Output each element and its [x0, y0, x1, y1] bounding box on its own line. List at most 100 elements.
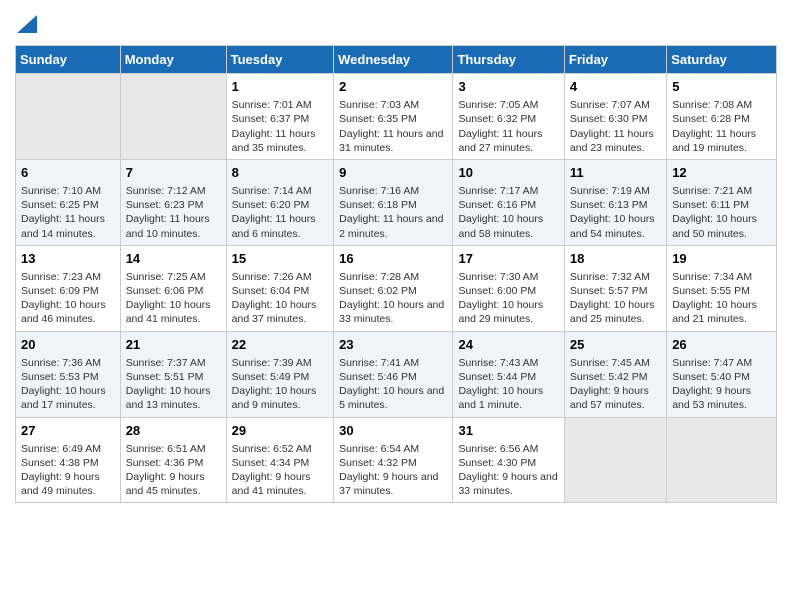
calendar-cell: 13 Sunrise: 7:23 AMSunset: 6:09 PMDayligh… — [16, 245, 121, 331]
day-number: 2 — [339, 78, 447, 96]
calendar-cell: 12 Sunrise: 7:21 AMSunset: 6:11 PMDayligh… — [667, 159, 777, 245]
day-number: 20 — [21, 336, 115, 354]
weekday-header-wednesday: Wednesday — [334, 46, 453, 74]
weekday-header-sunday: Sunday — [16, 46, 121, 74]
day-number: 22 — [232, 336, 329, 354]
calendar-cell: 21 Sunrise: 7:37 AMSunset: 5:51 PMDayligh… — [120, 331, 226, 417]
logo — [15, 15, 37, 37]
day-number: 23 — [339, 336, 447, 354]
calendar-cell: 7 Sunrise: 7:12 AMSunset: 6:23 PMDaylight… — [120, 159, 226, 245]
page-header — [15, 10, 777, 37]
calendar-cell: 24 Sunrise: 7:43 AMSunset: 5:44 PMDayligh… — [453, 331, 564, 417]
day-info: Sunrise: 7:47 AMSunset: 5:40 PMDaylight:… — [672, 356, 771, 413]
day-number: 26 — [672, 336, 771, 354]
calendar-cell: 5 Sunrise: 7:08 AMSunset: 6:28 PMDaylight… — [667, 74, 777, 160]
calendar-cell: 30 Sunrise: 6:54 AMSunset: 4:32 PMDayligh… — [334, 417, 453, 503]
day-number: 1 — [232, 78, 329, 96]
calendar-cell: 29 Sunrise: 6:52 AMSunset: 4:34 PMDayligh… — [226, 417, 334, 503]
calendar-cell: 16 Sunrise: 7:28 AMSunset: 6:02 PMDayligh… — [334, 245, 453, 331]
calendar-cell: 10 Sunrise: 7:17 AMSunset: 6:16 PMDayligh… — [453, 159, 564, 245]
day-number: 24 — [458, 336, 558, 354]
calendar-cell: 22Sunrise: 7:39 AMSunset: 5:49 PMDayligh… — [226, 331, 334, 417]
day-number: 27 — [21, 422, 115, 440]
day-number: 31 — [458, 422, 558, 440]
day-info: Sunrise: 7:30 AMSunset: 6:00 PMDaylight:… — [458, 270, 558, 327]
day-info: Sunrise: 6:56 AMSunset: 4:30 PMDaylight:… — [458, 442, 558, 499]
day-info: Sunrise: 7:32 AMSunset: 5:57 PMDaylight:… — [570, 270, 661, 327]
calendar-cell: 25 Sunrise: 7:45 AMSunset: 5:42 PMDayligh… — [564, 331, 666, 417]
day-info: Sunrise: 6:54 AMSunset: 4:32 PMDaylight:… — [339, 442, 447, 499]
day-info: Sunrise: 7:37 AMSunset: 5:51 PMDaylight:… — [126, 356, 221, 413]
day-info: Sunrise: 7:36 AMSunset: 5:53 PMDaylight:… — [21, 356, 115, 413]
day-info: Sunrise: 7:25 AMSunset: 6:06 PMDaylight:… — [126, 270, 221, 327]
day-number: 11 — [570, 164, 661, 182]
day-number: 18 — [570, 250, 661, 268]
calendar-cell: 28 Sunrise: 6:51 AMSunset: 4:36 PMDayligh… — [120, 417, 226, 503]
logo-icon — [17, 15, 37, 35]
calendar-cell: 11 Sunrise: 7:19 AMSunset: 6:13 PMDayligh… — [564, 159, 666, 245]
day-number: 6 — [21, 164, 115, 182]
week-row-5: 27 Sunrise: 6:49 AMSunset: 4:38 PMDayligh… — [16, 417, 777, 503]
calendar-cell: 20 Sunrise: 7:36 AMSunset: 5:53 PMDayligh… — [16, 331, 121, 417]
day-info: Sunrise: 7:26 AMSunset: 6:04 PMDaylight:… — [232, 270, 329, 327]
day-info: Sunrise: 7:43 AMSunset: 5:44 PMDaylight:… — [458, 356, 558, 413]
calendar-cell: 17 Sunrise: 7:30 AMSunset: 6:00 PMDayligh… — [453, 245, 564, 331]
day-number: 30 — [339, 422, 447, 440]
calendar-cell: 3 Sunrise: 7:05 AMSunset: 6:32 PMDaylight… — [453, 74, 564, 160]
calendar-table: SundayMondayTuesdayWednesdayThursdayFrid… — [15, 45, 777, 503]
day-number: 9 — [339, 164, 447, 182]
day-number: 13 — [21, 250, 115, 268]
day-info: Sunrise: 7:10 AMSunset: 6:25 PMDaylight:… — [21, 184, 115, 241]
calendar-cell — [667, 417, 777, 503]
day-number: 19 — [672, 250, 771, 268]
day-info: Sunrise: 7:21 AMSunset: 6:11 PMDaylight:… — [672, 184, 771, 241]
day-info: Sunrise: 7:17 AMSunset: 6:16 PMDaylight:… — [458, 184, 558, 241]
calendar-cell: 31 Sunrise: 6:56 AMSunset: 4:30 PMDayligh… — [453, 417, 564, 503]
week-row-2: 6 Sunrise: 7:10 AMSunset: 6:25 PMDaylight… — [16, 159, 777, 245]
day-number: 16 — [339, 250, 447, 268]
day-info: Sunrise: 7:28 AMSunset: 6:02 PMDaylight:… — [339, 270, 447, 327]
day-info: Sunrise: 7:14 AMSunset: 6:20 PMDaylight:… — [232, 184, 329, 241]
day-number: 3 — [458, 78, 558, 96]
day-info: Sunrise: 7:07 AMSunset: 6:30 PMDaylight:… — [570, 98, 661, 155]
day-info: Sunrise: 6:52 AMSunset: 4:34 PMDaylight:… — [232, 442, 329, 499]
day-info: Sunrise: 7:45 AMSunset: 5:42 PMDaylight:… — [570, 356, 661, 413]
calendar-cell: 6 Sunrise: 7:10 AMSunset: 6:25 PMDaylight… — [16, 159, 121, 245]
day-info: Sunrise: 6:49 AMSunset: 4:38 PMDaylight:… — [21, 442, 115, 499]
week-row-4: 20 Sunrise: 7:36 AMSunset: 5:53 PMDayligh… — [16, 331, 777, 417]
day-number: 5 — [672, 78, 771, 96]
day-number: 28 — [126, 422, 221, 440]
weekday-header-tuesday: Tuesday — [226, 46, 334, 74]
day-number: 8 — [232, 164, 329, 182]
day-info: Sunrise: 7:05 AMSunset: 6:32 PMDaylight:… — [458, 98, 558, 155]
weekday-header-row: SundayMondayTuesdayWednesdayThursdayFrid… — [16, 46, 777, 74]
day-number: 10 — [458, 164, 558, 182]
calendar-cell: 9 Sunrise: 7:16 AMSunset: 6:18 PMDaylight… — [334, 159, 453, 245]
day-info: Sunrise: 7:19 AMSunset: 6:13 PMDaylight:… — [570, 184, 661, 241]
day-info: Sunrise: 7:16 AMSunset: 6:18 PMDaylight:… — [339, 184, 447, 241]
day-number: 17 — [458, 250, 558, 268]
day-number: 21 — [126, 336, 221, 354]
day-info: Sunrise: 7:23 AMSunset: 6:09 PMDaylight:… — [21, 270, 115, 327]
day-number: 15 — [232, 250, 329, 268]
calendar-cell: 23Sunrise: 7:41 AMSunset: 5:46 PMDayligh… — [334, 331, 453, 417]
day-number: 12 — [672, 164, 771, 182]
day-number: 29 — [232, 422, 329, 440]
day-info: Sunrise: 7:03 AMSunset: 6:35 PMDaylight:… — [339, 98, 447, 155]
calendar-cell: 15 Sunrise: 7:26 AMSunset: 6:04 PMDayligh… — [226, 245, 334, 331]
day-number: 25 — [570, 336, 661, 354]
day-info: Sunrise: 7:12 AMSunset: 6:23 PMDaylight:… — [126, 184, 221, 241]
calendar-cell: 1Sunrise: 7:01 AMSunset: 6:37 PMDaylight… — [226, 74, 334, 160]
calendar-cell — [564, 417, 666, 503]
calendar-cell: 19 Sunrise: 7:34 AMSunset: 5:55 PMDayligh… — [667, 245, 777, 331]
day-info: Sunrise: 7:34 AMSunset: 5:55 PMDaylight:… — [672, 270, 771, 327]
calendar-cell: 27 Sunrise: 6:49 AMSunset: 4:38 PMDayligh… — [16, 417, 121, 503]
calendar-cell — [16, 74, 121, 160]
day-number: 7 — [126, 164, 221, 182]
calendar-cell: 2 Sunrise: 7:03 AMSunset: 6:35 PMDaylight… — [334, 74, 453, 160]
weekday-header-thursday: Thursday — [453, 46, 564, 74]
day-info: Sunrise: 7:08 AMSunset: 6:28 PMDaylight:… — [672, 98, 771, 155]
day-info: Sunrise: 6:51 AMSunset: 4:36 PMDaylight:… — [126, 442, 221, 499]
weekday-header-monday: Monday — [120, 46, 226, 74]
calendar-cell: 4Sunrise: 7:07 AMSunset: 6:30 PMDaylight… — [564, 74, 666, 160]
